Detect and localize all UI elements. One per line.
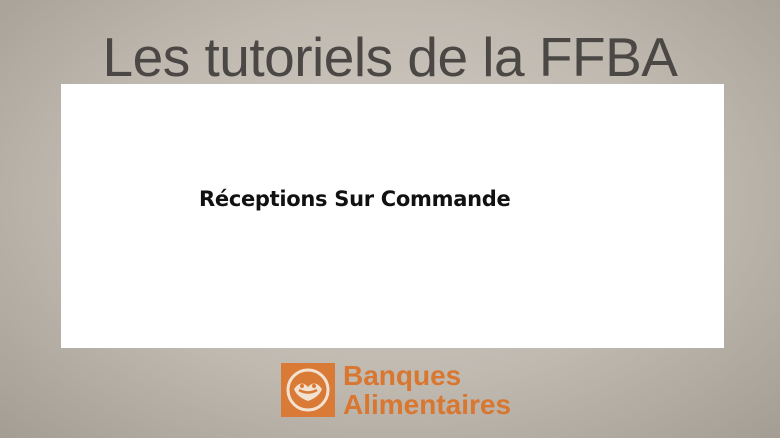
page-heading: Les tutoriels de la FFBA [102, 26, 678, 88]
content-panel: Réceptions Sur Commande [61, 84, 724, 348]
panel-title: Réceptions Sur Commande [199, 187, 511, 211]
logo-wordmark: Banques Alimentaires [343, 361, 511, 419]
logo-line-1: Banques [343, 360, 462, 391]
banques-alimentaires-logo-icon [281, 363, 335, 417]
logo-line-2: Alimentaires [343, 389, 512, 420]
brand-logo: Banques Alimentaires [281, 360, 511, 420]
